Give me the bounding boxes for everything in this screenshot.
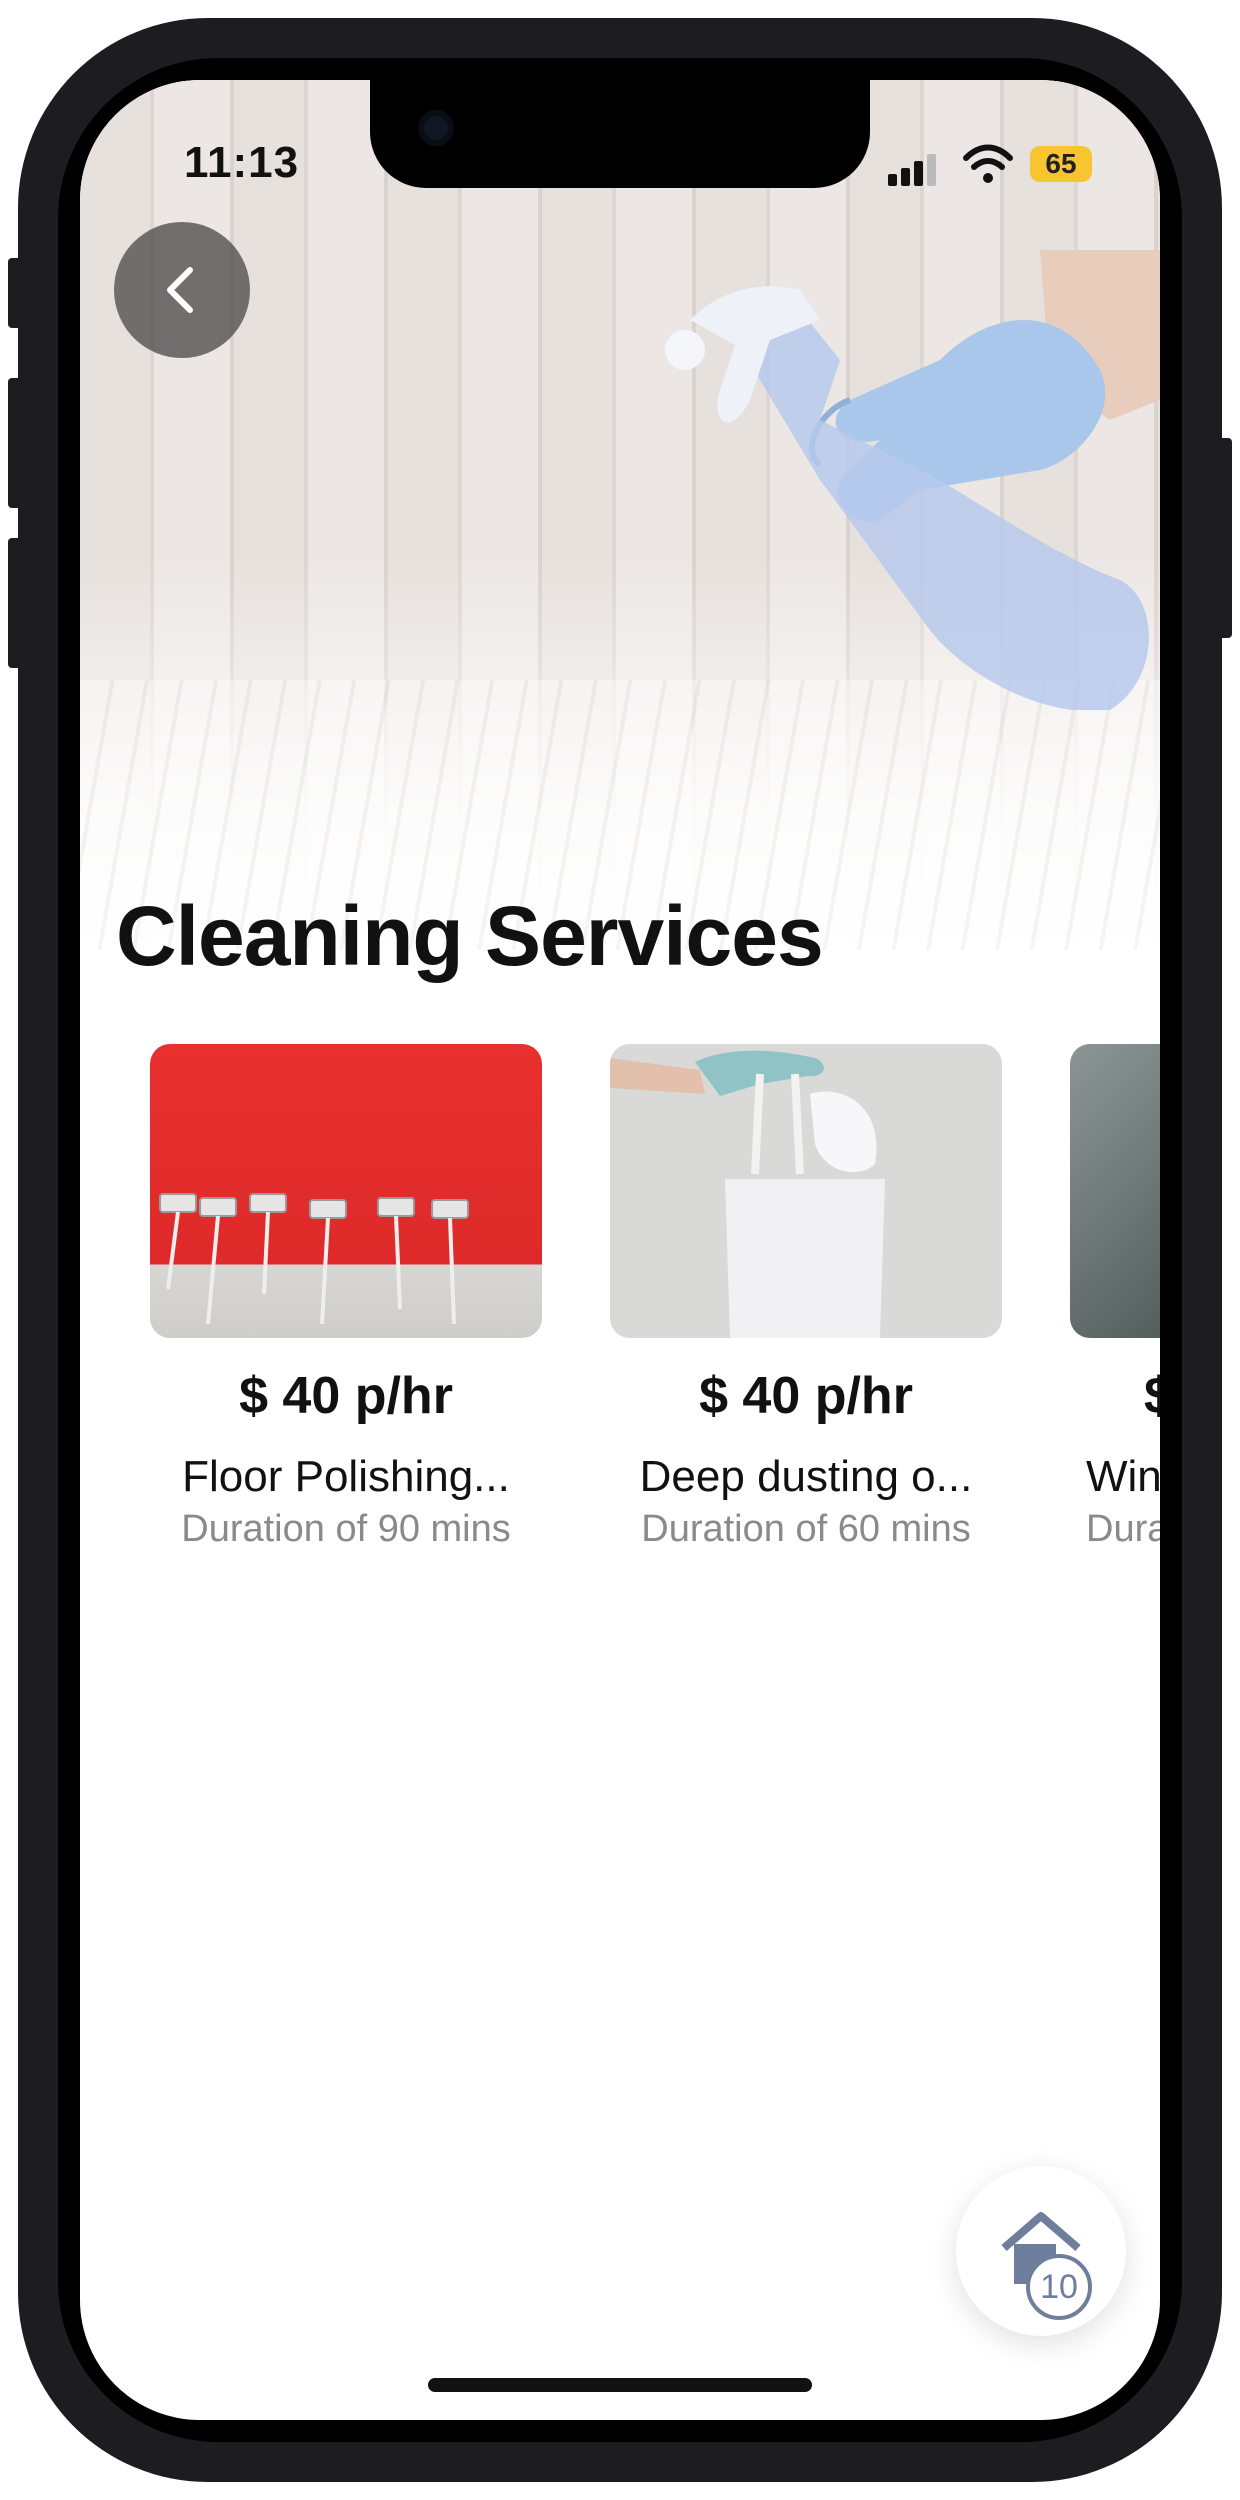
cellular-signal-icon — [888, 152, 940, 186]
service-price: $ 40 p/hr — [699, 1367, 913, 1425]
service-price: $ 40 p/hr — [239, 1367, 453, 1425]
power-button — [1218, 438, 1232, 638]
gloved-hand-spray-bottle-image — [665, 250, 1160, 710]
service-name: Deep dusting o... — [639, 1452, 973, 1501]
battery-icon: 65 — [1030, 146, 1092, 182]
mops-illustration — [159, 1193, 469, 1325]
status-time: 11:13 — [184, 138, 300, 187]
service-card[interactable]: $ Win Dura — [1070, 1044, 1160, 1551]
status-bar: 11:13 65 — [80, 80, 1160, 240]
service-image-window — [1070, 1044, 1160, 1338]
service-duration: Duration of 90 mins — [181, 1508, 511, 1550]
services-carousel[interactable]: $ 40 p/hr Floor Polishing... Duration of… — [80, 1044, 1160, 1584]
volume-down-button — [8, 538, 22, 668]
battery-level: 65 — [1045, 148, 1077, 179]
service-image-floor-polishing — [150, 1044, 542, 1338]
cart-count-badge: 10 — [1026, 2254, 1092, 2320]
bag-duster-illustration — [610, 1044, 1002, 1338]
service-duration: Dura — [1086, 1508, 1160, 1550]
service-price: $ — [1144, 1367, 1160, 1425]
notch — [370, 80, 870, 188]
home-indicator[interactable] — [428, 2378, 812, 2392]
mute-switch — [8, 258, 22, 328]
service-card[interactable]: $ 40 p/hr Floor Polishing... Duration of… — [150, 1044, 542, 1551]
app-screen: 11:13 65 Cleaning Services $ 40 p/hr Flo… — [80, 80, 1160, 2420]
front-camera — [418, 110, 454, 146]
cart-button[interactable]: 10 — [956, 2166, 1126, 2336]
service-card[interactable]: $ 40 p/hr Deep dusting o... Duration of … — [610, 1044, 1002, 1551]
service-image-deep-dusting — [610, 1044, 1002, 1338]
service-duration: Duration of 60 mins — [641, 1508, 971, 1550]
volume-up-button — [8, 378, 22, 508]
page-title: Cleaning Services — [116, 889, 824, 983]
service-name: Floor Polishing... — [182, 1452, 510, 1501]
chevron-left-icon — [167, 267, 193, 313]
service-name: Win — [1086, 1452, 1160, 1501]
back-button[interactable] — [114, 222, 250, 358]
wifi-icon — [963, 144, 1013, 183]
